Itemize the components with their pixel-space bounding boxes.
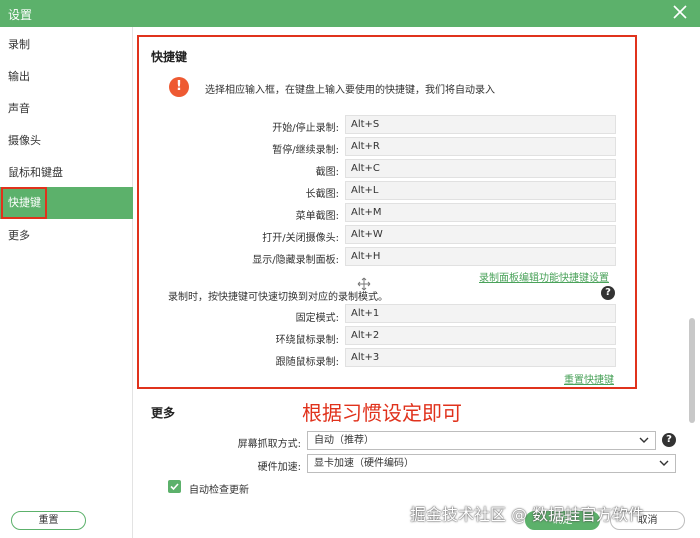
- help-icon[interactable]: ?: [601, 286, 615, 300]
- shortcut-input-start-stop[interactable]: Alt+S: [345, 115, 616, 134]
- shortcut-input-pause-resume[interactable]: Alt+R: [345, 137, 616, 156]
- watermark: 掘金技术社区 @ 数据蛙官方软件: [410, 505, 645, 524]
- scrollbar[interactable]: [689, 318, 695, 423]
- shortcut-input-screenshot[interactable]: Alt+C: [345, 159, 616, 178]
- shortcut-input-panel-toggle[interactable]: Alt+H: [345, 247, 616, 266]
- highlight-box: [1, 187, 47, 219]
- title-bar: 设置: [0, 0, 700, 27]
- sidebar: 录制 输出 声音 摄像头 鼠标和键盘 快捷键 更多: [0, 27, 133, 538]
- chevron-down-icon: [639, 437, 649, 443]
- sidebar-item-record[interactable]: 录制: [0, 29, 133, 61]
- shortcut-input-menu-screenshot[interactable]: Alt+M: [345, 203, 616, 222]
- chevron-down-icon: [659, 460, 669, 466]
- shortcut-label: 暂停/继续录制:: [272, 145, 339, 156]
- annotation-text: 根据习惯设定即可: [302, 401, 462, 425]
- shortcut-label: 固定模式:: [295, 313, 339, 324]
- close-icon[interactable]: [672, 4, 688, 20]
- shortcut-label: 开始/停止录制:: [272, 123, 339, 134]
- sidebar-item-camera[interactable]: 摄像头: [0, 125, 133, 157]
- shortcut-label: 截图:: [315, 167, 339, 178]
- hardware-accel-select[interactable]: 显卡加速（硬件编码）: [307, 454, 676, 473]
- sidebar-item-shortcuts[interactable]: 快捷键: [0, 187, 133, 219]
- shortcut-input-around-mouse[interactable]: Alt+2: [345, 326, 616, 345]
- shortcut-label: 长截图:: [305, 189, 339, 200]
- shortcut-label: 菜单截图:: [295, 211, 339, 222]
- capture-method-label: 屏幕抓取方式:: [237, 439, 301, 450]
- warning-icon: !: [169, 77, 189, 97]
- shortcut-label: 打开/关闭摄像头:: [262, 233, 339, 244]
- capture-help-icon[interactable]: ?: [662, 433, 676, 447]
- check-icon: [170, 483, 179, 491]
- shortcut-label: 跟随鼠标录制:: [275, 357, 339, 368]
- shortcuts-title: 快捷键: [151, 50, 188, 64]
- shortcut-input-long-screenshot[interactable]: Alt+L: [345, 181, 616, 200]
- panel-shortcut-settings-link[interactable]: 录制面板编辑功能快捷键设置: [479, 269, 609, 284]
- auto-update-label: 自动检查更新: [189, 485, 249, 496]
- window-title: 设置: [8, 8, 33, 22]
- reset-button[interactable]: 重置: [11, 511, 86, 530]
- sidebar-item-sound[interactable]: 声音: [0, 93, 133, 125]
- shortcut-input-follow-mouse[interactable]: Alt+3: [345, 348, 616, 367]
- sidebar-item-mouse-keyboard[interactable]: 鼠标和键盘: [0, 157, 133, 189]
- shortcut-input-camera-toggle[interactable]: Alt+W: [345, 225, 616, 244]
- shortcut-label: 显示/隐藏录制面板:: [252, 255, 339, 266]
- hardware-accel-label: 硬件加速:: [257, 462, 301, 473]
- reset-shortcuts-link[interactable]: 重置快捷键: [564, 371, 614, 386]
- sidebar-item-more[interactable]: 更多: [0, 220, 133, 252]
- more-title: 更多: [151, 406, 176, 420]
- auto-update-checkbox[interactable]: [168, 480, 181, 493]
- shortcuts-hint: 选择相应输入框，在键盘上输入要使用的快捷键，我们将自动录入: [205, 85, 495, 96]
- mode-hint: 录制时，按快捷键可快速切换到对应的录制模式。: [168, 292, 388, 303]
- shortcut-input-fixed-mode[interactable]: Alt+1: [345, 304, 616, 323]
- shortcut-label: 环绕鼠标录制:: [275, 335, 339, 346]
- capture-method-select[interactable]: 自动（推荐）: [307, 431, 656, 450]
- sidebar-item-output[interactable]: 输出: [0, 61, 133, 93]
